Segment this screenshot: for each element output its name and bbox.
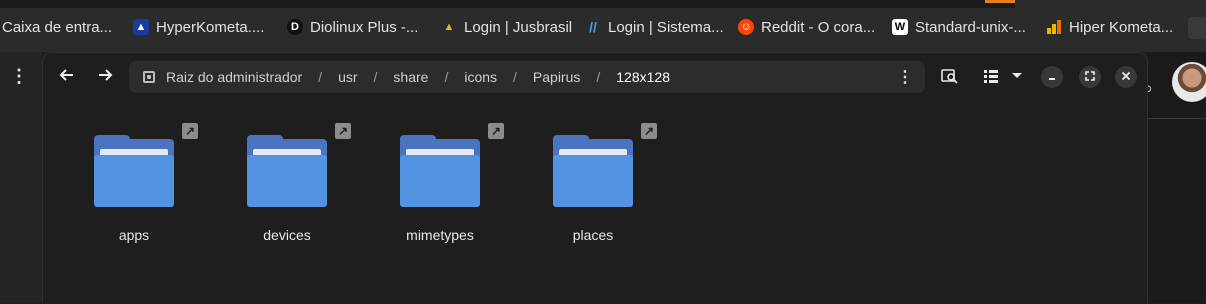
bookmark-hiper-kometa[interactable]: Hiper Kometa...	[1046, 17, 1173, 37]
minimize-button[interactable]	[1041, 66, 1063, 88]
bookmark-standard-unix[interactable]: W Standard-unix-...	[892, 17, 1026, 37]
browser-tab-strip-peek	[0, 0, 1015, 8]
bookmark-label: Caixa de entra...	[2, 18, 113, 36]
bookmark-reddit[interactable]: ☺ Reddit - O cora...	[738, 17, 875, 37]
kebab-icon: ⋮	[897, 69, 913, 86]
header-bar: Raiz do administrador / usr / share / ic…	[43, 53, 1149, 101]
minimize-icon	[1047, 70, 1057, 84]
avatar[interactable]	[1172, 62, 1206, 102]
folder-label: devices	[263, 227, 311, 243]
sistema-icon: //	[589, 19, 597, 35]
path-separator: /	[373, 69, 378, 85]
folder-item[interactable]: ↗ places	[527, 121, 667, 251]
folder-item[interactable]: ↗ apps	[68, 121, 208, 251]
bookmark-hyperkometa[interactable]: ▲ HyperKometa....	[133, 17, 264, 37]
bookmark-label: Reddit - O cora...	[761, 18, 876, 36]
bookmark-label: HyperKometa....	[156, 18, 265, 36]
browser-tab-accent	[985, 0, 1015, 3]
folder-icon	[553, 135, 633, 209]
symlink-icon: ↗	[335, 123, 351, 139]
bookmark-label: Diolinux Plus -...	[310, 18, 419, 36]
bookmark-sistema[interactable]: // Login | Sistema...	[585, 17, 724, 37]
kebab-menu-icon[interactable]: ⋮	[8, 64, 30, 88]
wikipedia-icon: W	[892, 19, 908, 35]
breadcrumb-usr[interactable]: usr	[336, 69, 359, 85]
forward-button[interactable]	[89, 61, 121, 93]
chart-icon	[1046, 19, 1062, 35]
list-view-icon	[983, 68, 999, 87]
path-separator: /	[444, 69, 449, 85]
maximize-button[interactable]	[1079, 66, 1101, 88]
folder-label: places	[572, 227, 614, 243]
diolinux-icon: D	[287, 19, 303, 35]
bookmark-diolinux[interactable]: D Diolinux Plus -...	[287, 17, 418, 37]
file-grid: ↗ apps ↗ devices ↗ mimetypes ↗ places	[43, 101, 1149, 304]
search-folder-icon	[941, 67, 959, 88]
search-button[interactable]	[935, 61, 965, 93]
close-icon	[1121, 70, 1131, 84]
close-button[interactable]	[1115, 66, 1137, 88]
chevron-down-icon	[1011, 69, 1023, 85]
browser-bookmarks-bar: Caixa de entra... ▲ HyperKometa.... D Di…	[0, 0, 1206, 52]
folder-label: apps	[118, 227, 150, 243]
divider	[1148, 118, 1206, 119]
path-bar[interactable]: Raiz do administrador / usr / share / ic…	[129, 61, 925, 93]
symlink-icon: ↗	[488, 123, 504, 139]
bookmark-inbox[interactable]: Caixa de entra...	[2, 17, 112, 37]
bookmark-label: Login | Sistema...	[608, 18, 724, 36]
breadcrumb-papirus[interactable]: Papirus	[531, 69, 582, 85]
folder-icon	[400, 135, 480, 209]
view-options-button[interactable]	[1005, 61, 1029, 93]
view-list-button[interactable]	[977, 61, 1005, 93]
jusbrasil-icon: ▲	[443, 21, 455, 33]
path-separator: /	[596, 69, 601, 85]
maximize-icon	[1085, 70, 1095, 84]
file-manager-window: Raiz do administrador / usr / share / ic…	[42, 52, 1148, 303]
symlink-icon: ↗	[641, 123, 657, 139]
bookmark-label: Login | Jusbrasil	[464, 18, 573, 36]
arrow-right-icon	[97, 67, 113, 88]
folder-label: mimetypes	[406, 227, 474, 243]
folder-item[interactable]: ↗ devices	[221, 121, 361, 251]
breadcrumb-root[interactable]: Raiz do administrador	[164, 69, 304, 85]
folder-icon	[247, 135, 327, 209]
drive-icon	[143, 71, 155, 83]
reddit-icon: ☺	[738, 19, 754, 35]
breadcrumb-current[interactable]: 128x128	[614, 69, 672, 85]
path-menu-button[interactable]: ⋮	[895, 67, 915, 87]
folder-item[interactable]: ↗ mimetypes	[374, 121, 514, 251]
path-separator: /	[318, 69, 323, 85]
folder-icon	[94, 135, 174, 209]
symlink-icon: ↗	[182, 123, 198, 139]
breadcrumb-share[interactable]: share	[391, 69, 430, 85]
path-separator: /	[513, 69, 517, 85]
background-window-left	[0, 52, 42, 303]
bookmark-label: Hiper Kometa...	[1069, 18, 1174, 36]
arrow-left-icon	[59, 67, 75, 88]
breadcrumb-icons[interactable]: icons	[462, 69, 499, 85]
back-button[interactable]	[51, 61, 83, 93]
bookmark-label: Standard-unix-...	[915, 18, 1026, 36]
bookmarks-overflow[interactable]	[1188, 17, 1206, 39]
bookmark-jusbrasil[interactable]: ▲ Login | Jusbrasil	[441, 17, 573, 37]
hyperkometa-icon: ▲	[133, 19, 149, 35]
